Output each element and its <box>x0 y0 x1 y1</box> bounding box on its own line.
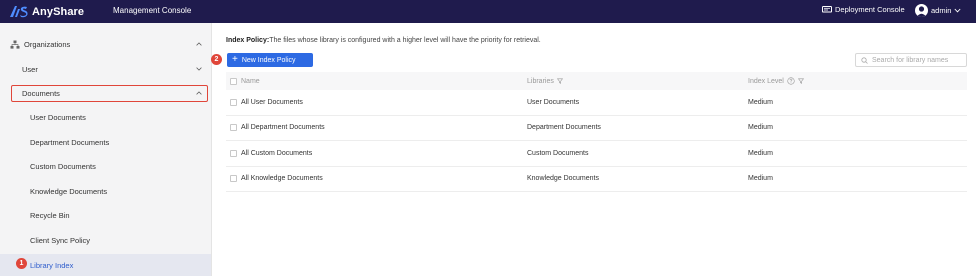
user-name: admin <box>931 6 952 15</box>
sidebar-item-user-documents[interactable]: User Documents <box>0 106 211 128</box>
search-placeholder: Search for library names <box>872 56 949 64</box>
org-tree-icon <box>10 40 20 49</box>
new-index-policy-button[interactable]: + New Index Policy <box>227 53 313 67</box>
anyshare-logo[interactable]: AnyShare <box>9 4 84 19</box>
table-header: Name Libraries Index Level <box>226 72 967 90</box>
library-search-input[interactable]: Search for library names <box>855 53 967 67</box>
row-name: All Department Documents <box>241 124 325 132</box>
index-policy-table: Name Libraries Index Level All User Docu… <box>226 72 967 192</box>
column-label: Name <box>241 77 260 85</box>
main-content: Index Policy:The files whose library is … <box>211 23 976 276</box>
new-index-policy-label: New Index Policy <box>241 56 296 64</box>
cell-library: Knowledge Documents <box>527 175 599 183</box>
chevron-up-icon <box>196 42 202 46</box>
brand-name: AnyShare <box>32 5 85 18</box>
table-row[interactable]: All Custom Documents Custom Documents Me… <box>226 141 967 167</box>
search-icon <box>861 56 868 64</box>
step-badge-1: 1 <box>16 258 27 269</box>
column-label: Libraries <box>527 77 554 85</box>
row-name: All User Documents <box>241 98 303 106</box>
user-avatar-icon <box>916 6 927 17</box>
cell-name: All Knowledge Documents <box>230 167 323 192</box>
cell-library: Custom Documents <box>527 149 589 157</box>
sidebar-item-recycle-bin[interactable]: Recycle Bin <box>0 204 211 226</box>
cell-name: All Custom Documents <box>230 141 312 166</box>
column-index-level: Index Level <box>748 72 804 90</box>
sidebar-item-user[interactable]: User <box>0 58 211 80</box>
row-checkbox[interactable] <box>230 149 237 157</box>
sidebar-item-library-index[interactable]: Library Index <box>0 254 211 276</box>
row-checkbox[interactable] <box>230 175 237 183</box>
chevron-down-icon <box>196 67 202 71</box>
sidebar-item-label: Organizations <box>24 39 71 49</box>
sidebar-item-organizations[interactable]: Organizations <box>0 33 211 55</box>
cell-library: Department Documents <box>527 124 601 132</box>
row-checkbox[interactable] <box>230 124 237 132</box>
select-all-checkbox[interactable] <box>230 77 237 85</box>
documents-highlight-box <box>11 85 208 102</box>
table-row[interactable]: All Knowledge Documents Knowledge Docume… <box>226 167 967 192</box>
cell-level: Medium <box>748 124 773 132</box>
policy-text: The files whose library is configured wi… <box>269 37 541 44</box>
avatar <box>915 4 928 17</box>
chevron-down-icon <box>954 8 961 13</box>
step-badge-2: 2 <box>211 54 222 65</box>
row-name: All Custom Documents <box>241 149 313 157</box>
plus-icon: + <box>232 54 238 65</box>
cell-level: Medium <box>748 98 773 106</box>
help-icon[interactable] <box>787 77 795 85</box>
sidebar-item-label: Client Sync Policy <box>30 235 91 245</box>
top-bar: AnyShare Management Console Deployment C… <box>0 0 976 23</box>
cell-level: Medium <box>748 175 773 183</box>
row-checkbox[interactable] <box>230 98 237 106</box>
cell-name: All Department Documents <box>230 116 325 141</box>
sidebar-item-label: Recycle Bin <box>30 210 70 220</box>
row-name: All Knowledge Documents <box>241 175 323 183</box>
sidebar-item-label: Custom Documents <box>30 161 96 171</box>
cell-level: Medium <box>748 149 773 157</box>
sidebar-item-label: Library Index <box>30 260 74 270</box>
column-name: Name <box>230 72 260 90</box>
sidebar-item-department-documents[interactable]: Department Documents <box>0 131 211 153</box>
filter-icon[interactable] <box>556 78 563 84</box>
sidebar-item-custom-documents[interactable]: Custom Documents <box>0 155 211 177</box>
table-row[interactable]: All Department Documents Department Docu… <box>226 116 967 141</box>
filter-icon[interactable] <box>797 78 804 84</box>
policy-label: Index Policy: <box>226 37 270 44</box>
cell-name: All User Documents <box>230 90 303 115</box>
sidebar-item-knowledge-documents[interactable]: Knowledge Documents <box>0 180 211 202</box>
anyshare-logo-icon <box>10 6 28 18</box>
monitor-icon <box>822 6 832 13</box>
column-libraries: Libraries <box>527 72 563 90</box>
column-label: Index Level <box>748 77 784 85</box>
deployment-console-label: Deployment Console <box>835 5 905 14</box>
sidebar-item-label: Department Documents <box>30 137 110 147</box>
sidebar-item-label: User Documents <box>30 112 86 122</box>
sidebar-item-label: Knowledge Documents <box>30 186 108 196</box>
sidebar-item-label: User <box>22 64 38 74</box>
deployment-console-link[interactable]: Deployment Console <box>822 5 905 14</box>
sidebar-item-client-sync-policy[interactable]: Client Sync Policy <box>0 229 211 251</box>
table-row[interactable]: All User Documents User Documents Medium <box>226 90 967 116</box>
user-menu[interactable]: admin <box>915 4 961 17</box>
index-policy-note: Index Policy:The files whose library is … <box>226 37 541 44</box>
sidebar: Organizations User Documents User Docume… <box>0 23 212 276</box>
console-title: Management Console <box>113 6 192 15</box>
cell-library: User Documents <box>527 98 580 106</box>
